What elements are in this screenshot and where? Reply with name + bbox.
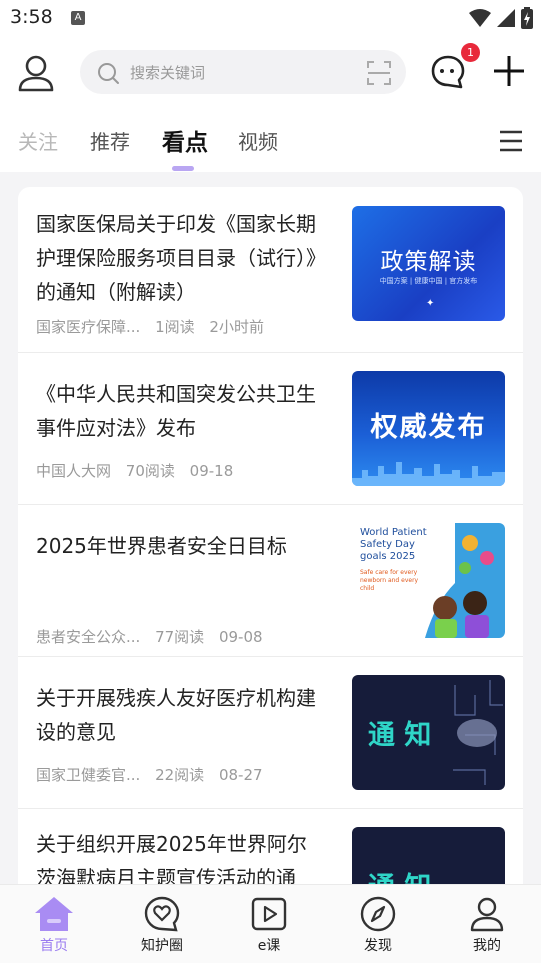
search-placeholder: 搜索关键词 (130, 64, 206, 82)
news-time: 2小时前 (209, 318, 264, 336)
category-tabs: 关注 推荐 看点 视频 (0, 110, 541, 172)
tab-video[interactable]: 视频 (238, 126, 278, 155)
news-source: 中国人大网 (36, 462, 112, 480)
tab-recommend[interactable]: 推荐 (90, 126, 130, 155)
news-title: 关于组织开展2025年世界阿尔茨海默病月主题宣传活动的通 (36, 832, 307, 887)
wifi-icon (469, 9, 491, 27)
chat-icon (431, 55, 465, 89)
circuit-cloud-graphic (453, 680, 503, 785)
nav-label: e课 (257, 938, 281, 954)
news-thumbnail: 政策解读 中国方案 | 健康中国 | 官方发布 ✦ (352, 206, 505, 321)
bottom-navigation: 首页 知护圈 e课 发现 我的 (0, 884, 541, 963)
news-thumbnail: 权威发布 (352, 371, 505, 486)
news-time: 09-08 (218, 628, 263, 646)
news-thumbnail: 通 知 (352, 827, 505, 887)
news-reads: 22阅读 (155, 766, 205, 784)
news-thumbnail: World Patient Safety Day goals 2025 Safe… (352, 523, 505, 638)
nav-ecourse[interactable]: e课 (234, 895, 304, 955)
news-item[interactable]: 关于组织开展2025年世界阿尔茨海默病月主题宣传活动的通 通 知 (18, 809, 523, 887)
news-source: 患者安全公众... (36, 628, 141, 646)
news-time: 09-18 (189, 462, 234, 480)
news-meta: 患者安全公众... 77阅读 09-08 (36, 626, 273, 647)
status-bar: 3:58 A (0, 0, 541, 36)
battery-icon (521, 7, 533, 29)
hamburger-icon (500, 130, 522, 152)
nav-label: 知护圈 (141, 938, 183, 954)
nav-home[interactable]: 首页 (19, 895, 89, 955)
news-source: 国家医疗保障... (36, 318, 141, 336)
thumb-caption: 政策解读 (380, 249, 477, 275)
news-title: 关于开展残疾人友好医疗机构建设的意见 (36, 686, 316, 744)
search-icon (98, 63, 119, 84)
news-source: 国家卫健委官... (36, 766, 141, 784)
tab-highlights[interactable]: 看点 (162, 123, 208, 157)
top-header: 搜索关键词 1 (0, 36, 541, 110)
search-bar[interactable]: 搜索关键词 (80, 50, 406, 94)
nav-circle[interactable]: 知护圈 (127, 895, 197, 955)
heart-bubble-icon (144, 896, 180, 932)
news-meta: 国家卫健委官... 22阅读 08-27 (36, 764, 273, 785)
thumb-caption: 权威发布 (370, 412, 487, 443)
news-item[interactable]: 2025年世界患者安全日目标 患者安全公众... 77阅读 09-08 Worl… (18, 505, 523, 657)
scan-icon[interactable] (366, 60, 392, 86)
news-title: 《中华人民共和国突发公共卫生事件应对法》发布 (36, 382, 316, 440)
news-feed: 国家医保局关于印发《国家长期护理保险服务项目目录（试行）》的通知（附解读） 国家… (18, 187, 523, 887)
news-item[interactable]: 国家医保局关于印发《国家长期护理保险服务项目目录（试行）》的通知（附解读） 国家… (18, 187, 523, 353)
news-item[interactable]: 关于开展残疾人友好医疗机构建设的意见 国家卫健委官... 22阅读 08-27 … (18, 657, 523, 809)
profile-button[interactable] (14, 52, 58, 96)
signal-icon (497, 9, 515, 27)
tab-follow[interactable]: 关注 (18, 126, 58, 155)
thumb-subcaption: 中国方案 | 健康中国 | 官方发布 (379, 277, 478, 285)
news-item[interactable]: 《中华人民共和国突发公共卫生事件应对法》发布 中国人大网 70阅读 09-18 … (18, 353, 523, 505)
user-icon (18, 55, 54, 92)
nav-mine[interactable]: 我的 (452, 895, 522, 955)
nav-label: 首页 (40, 938, 68, 954)
plus-icon (494, 56, 524, 86)
news-thumbnail: 通 知 (352, 675, 505, 790)
add-button[interactable] (492, 54, 530, 92)
news-title: 国家医保局关于印发《国家长期护理保险服务项目目录（试行）》的通知（附解读） (36, 212, 326, 304)
user-icon (470, 897, 504, 932)
notification-a-icon: A (71, 11, 85, 25)
nav-discover[interactable]: 发现 (343, 895, 413, 955)
children-illustration (425, 523, 505, 638)
message-badge: 1 (461, 43, 480, 62)
thumb-caption: 通 知 (368, 720, 432, 751)
news-reads: 77阅读 (155, 628, 205, 646)
news-time: 08-27 (218, 766, 263, 784)
news-reads: 1阅读 (155, 318, 195, 336)
nav-label: 发现 (364, 938, 392, 954)
status-time: 3:58 (10, 6, 53, 28)
city-skyline-graphic (352, 462, 505, 486)
news-reads: 70阅读 (125, 462, 175, 480)
news-title: 2025年世界患者安全日目标 (36, 534, 287, 558)
video-play-icon (251, 897, 287, 931)
sparkle-icon: ✦ (426, 298, 435, 309)
tab-menu-button[interactable] (499, 130, 523, 152)
nav-label: 我的 (473, 938, 501, 954)
status-icons (469, 7, 533, 29)
home-icon (35, 897, 73, 931)
news-meta: 中国人大网 70阅读 09-18 (36, 460, 243, 481)
compass-icon (360, 896, 396, 932)
news-meta: 国家医疗保障... 1阅读 2小时前 (36, 316, 274, 337)
active-tab-indicator (172, 166, 194, 171)
